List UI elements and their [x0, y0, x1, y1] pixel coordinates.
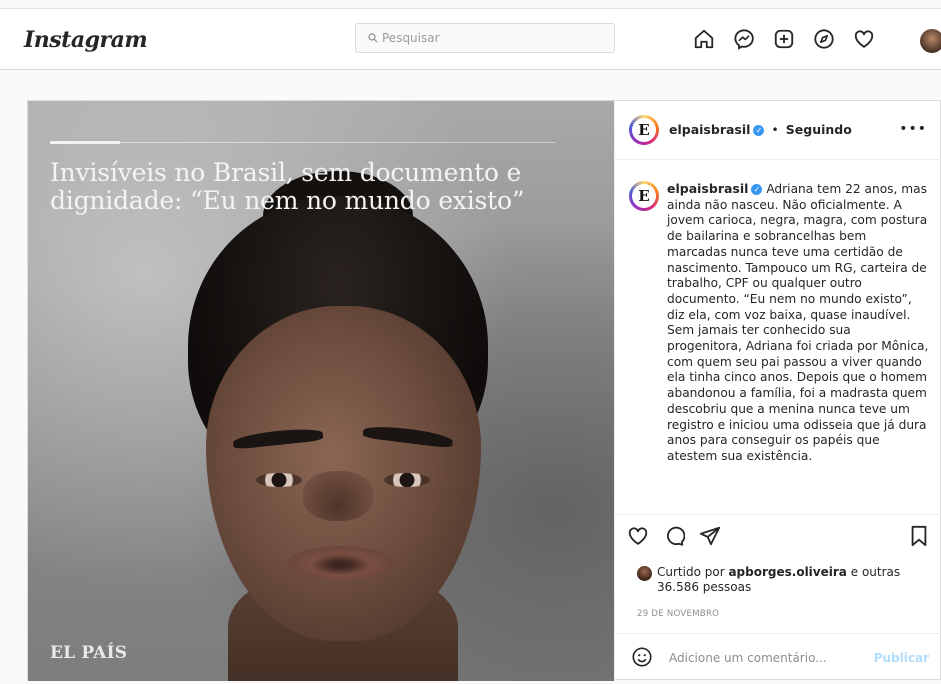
- comment-icon[interactable]: [663, 525, 686, 551]
- headline-rule-thin: [120, 142, 556, 143]
- messenger-icon[interactable]: [730, 25, 758, 53]
- post-card: Invisíveis no Brasil, sem documento e di…: [27, 100, 941, 681]
- activity-heart-icon[interactable]: [850, 25, 878, 53]
- liker-avatar[interactable]: [637, 566, 652, 581]
- search-box[interactable]: [355, 23, 615, 53]
- caption-text: Adriana tem 22 anos, mas ainda não nasce…: [667, 182, 929, 463]
- photo-left-eye: [256, 473, 302, 487]
- save-bookmark-icon[interactable]: [909, 525, 929, 551]
- action-icons: [627, 525, 721, 551]
- publish-button[interactable]: Publicar: [874, 651, 929, 665]
- caption-avatar-letter: E: [632, 184, 656, 208]
- search-input[interactable]: [378, 31, 602, 45]
- el-pais-brand: EL PAÍS: [50, 643, 128, 663]
- explore-icon[interactable]: [810, 25, 838, 53]
- like-heart-icon[interactable]: [627, 525, 649, 551]
- caption-area: E elpaisbrasil ✓ Adriana tem 22 anos, mas…: [615, 159, 941, 514]
- post-header: E elpaisbrasil ✓ • Seguindo •••: [615, 101, 941, 160]
- profile-avatar[interactable]: [920, 29, 941, 53]
- caption-username[interactable]: elpaisbrasil: [667, 181, 748, 196]
- photo-lips: [288, 546, 393, 580]
- emoji-icon[interactable]: [631, 646, 653, 672]
- post-date[interactable]: 29 DE NOVEMBRO: [637, 609, 719, 619]
- more-options-icon[interactable]: •••: [899, 121, 927, 137]
- search-icon: [368, 33, 378, 43]
- post-actions: Curtido por apborges.oliveira e outras 3…: [615, 514, 941, 682]
- post-caption: elpaisbrasil ✓ Adriana tem 22 anos, mas a…: [667, 181, 929, 465]
- photo-nose: [303, 471, 373, 521]
- following-button[interactable]: Seguindo: [786, 122, 852, 137]
- comment-input[interactable]: [667, 650, 861, 666]
- verified-badge-icon: ✓: [753, 125, 765, 136]
- liked-by-text: Curtido por apborges.oliveira e outras 3…: [637, 565, 927, 595]
- photo-right-eye: [384, 473, 430, 487]
- liked-by-suffix: e: [850, 565, 859, 579]
- headline-rule: [50, 141, 120, 144]
- photo-headline: Invisíveis no Brasil, sem documento e di…: [50, 158, 525, 215]
- liked-by-user[interactable]: apborges.oliveira: [728, 565, 846, 579]
- instagram-logo[interactable]: Instagram: [24, 27, 148, 53]
- top-navigation-bar: Instagram: [0, 8, 941, 70]
- share-icon[interactable]: [699, 525, 721, 551]
- account-avatar[interactable]: E: [629, 115, 659, 145]
- header-separator: •: [771, 122, 779, 137]
- post-photo[interactable]: Invisíveis no Brasil, sem documento e di…: [28, 101, 614, 681]
- new-post-icon[interactable]: [770, 25, 798, 53]
- post-sidebar: E elpaisbrasil ✓ • Seguindo ••• E elpaisb…: [614, 101, 941, 681]
- caption-verified-badge-icon: ✓: [751, 184, 763, 195]
- home-icon[interactable]: [690, 25, 718, 53]
- liked-by-prefix: Curtido por: [657, 565, 725, 579]
- header-account-line: elpaisbrasil ✓ • Seguindo: [669, 122, 852, 137]
- comment-box: Publicar: [615, 633, 941, 684]
- header-username[interactable]: elpaisbrasil: [669, 122, 750, 137]
- caption-avatar[interactable]: E: [629, 181, 659, 211]
- nav-icons: [690, 25, 878, 53]
- account-avatar-letter: E: [632, 118, 656, 142]
- liked-by: Curtido por apborges.oliveira e outras 3…: [637, 565, 927, 595]
